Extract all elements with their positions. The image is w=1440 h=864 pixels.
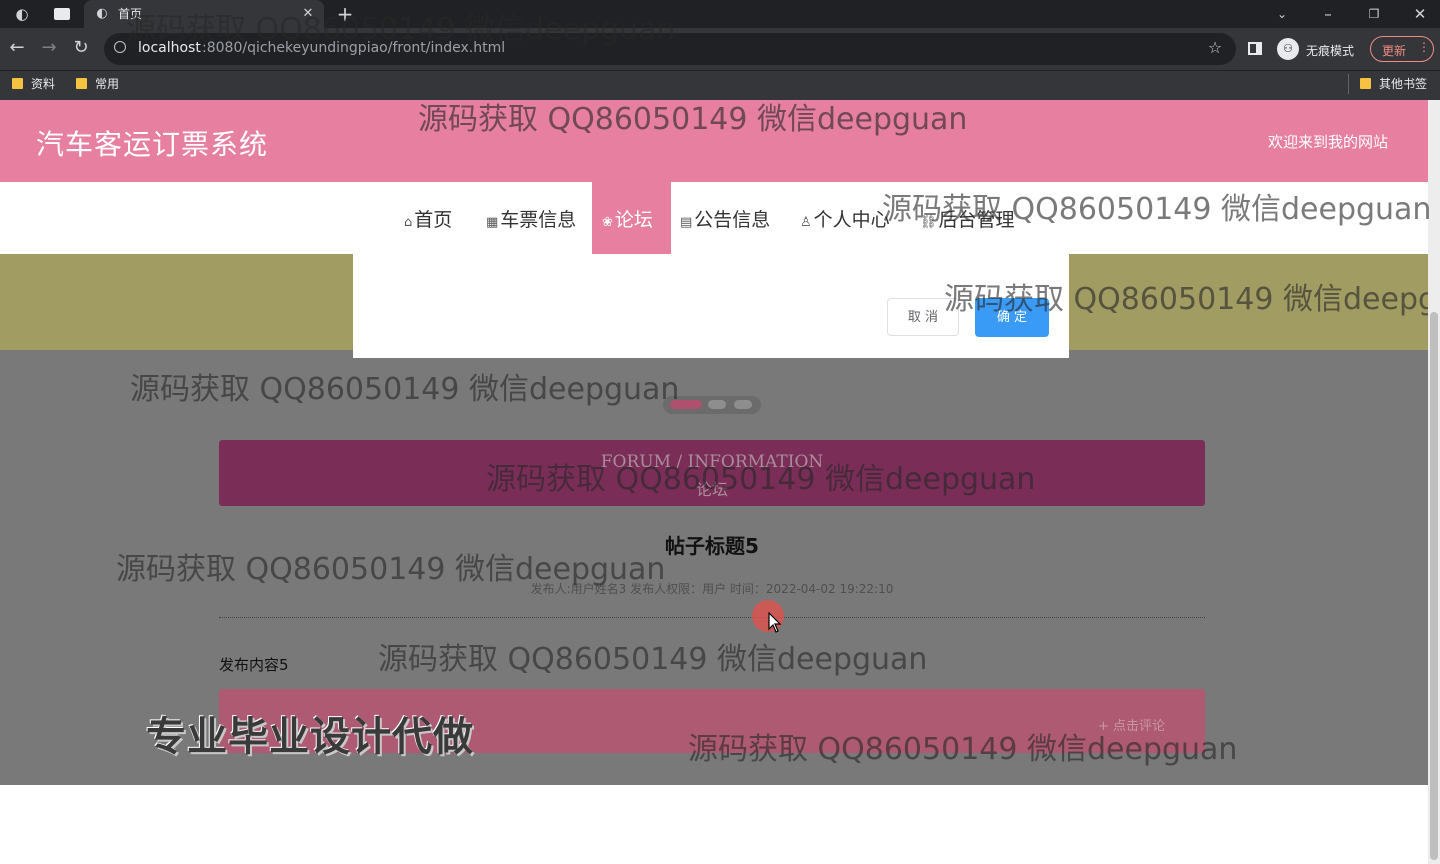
nav-admin[interactable]: ⛓ 后台管理	[920, 205, 1015, 232]
tab-title: 首页	[118, 7, 143, 21]
confirm-button[interactable]: 确 定	[975, 298, 1049, 337]
dialog	[353, 254, 1069, 358]
forum-heading-en: FORUM / INFORMATION	[600, 452, 824, 472]
link-icon: ⛓	[920, 215, 937, 230]
new-tab-icon[interactable]: +	[333, 0, 357, 28]
user-icon: ♙	[800, 215, 812, 230]
grid-icon: ▦	[486, 215, 499, 230]
tab-search-icon[interactable]	[54, 8, 70, 20]
carousel-dot-active[interactable]	[670, 400, 702, 409]
reload-icon[interactable]: ↻	[68, 34, 94, 62]
post-meta: 发布人:用户姓名3 发布人权限：用户 时间：2022-04-02 19:22:1…	[530, 582, 894, 596]
back-icon[interactable]: ←	[4, 34, 30, 62]
tab-close-icon[interactable]: ✕	[296, 0, 320, 28]
clipboard-icon: ▤	[680, 215, 693, 230]
browser-menu-icon[interactable]: ◐	[8, 0, 36, 28]
nav-personal-center[interactable]: ♙ 个人中心	[800, 205, 890, 232]
url-path: :8080/qichekeyundingpiao/front/index.htm…	[202, 40, 506, 56]
bookmarks-bar	[0, 70, 1440, 101]
nav-tickets[interactable]: ▦ 车票信息	[486, 205, 576, 232]
site-title: 汽车客运订票系统	[36, 128, 269, 161]
bookmark-folder-ziliao[interactable]: 资料	[12, 75, 55, 92]
post-content: 发布内容5	[219, 656, 289, 674]
nav-home[interactable]: ⌂ 首页	[404, 205, 452, 232]
minimize-icon[interactable]: –	[1316, 0, 1340, 28]
bookmark-folder-changyong[interactable]: 常用	[76, 75, 119, 92]
carousel-dot[interactable]	[708, 400, 726, 409]
add-comment-button[interactable]: + 点击评论	[1098, 715, 1165, 734]
carousel-dot[interactable]	[734, 400, 752, 409]
nav-forum[interactable]: ❀ 论坛	[602, 205, 653, 232]
bookmark-star-icon[interactable]: ☆	[1202, 34, 1228, 62]
page-footer-area	[0, 785, 1428, 864]
palette-icon: ❀	[602, 215, 613, 230]
scrollbar-thumb[interactable]	[1430, 312, 1438, 860]
bookmarks-divider	[1348, 74, 1349, 94]
folder-icon	[76, 78, 87, 89]
site-info-icon[interactable]	[114, 41, 126, 53]
side-panel-icon[interactable]	[1248, 42, 1262, 55]
url-host: localhost	[138, 40, 201, 56]
window-close-icon[interactable]: ✕	[1408, 0, 1432, 28]
restore-icon[interactable]: ❐	[1362, 0, 1386, 28]
welcome-text: 欢迎来到我的网站	[1268, 133, 1389, 151]
tab-favicon-icon: ◐	[96, 6, 108, 21]
cancel-button[interactable]: 取 消	[887, 298, 959, 336]
update-label: 更新	[1382, 44, 1407, 58]
nav-announcements[interactable]: ▤ 公告信息	[680, 205, 770, 232]
mouse-cursor-icon	[768, 612, 782, 633]
more-menu-icon[interactable]: ⋮	[1418, 40, 1430, 54]
home-icon: ⌂	[404, 215, 413, 230]
divider	[219, 617, 1205, 618]
forum-heading-cn: 论坛	[695, 480, 728, 499]
promo-overlay-text: 专业毕业设计代做	[146, 714, 474, 760]
folder-icon	[12, 78, 23, 89]
other-bookmarks[interactable]: 其他书签	[1360, 75, 1427, 92]
incognito-label: 无痕模式	[1306, 44, 1355, 58]
tab-list-icon[interactable]: ⌄	[1270, 0, 1294, 28]
forward-icon[interactable]: →	[36, 34, 62, 62]
folder-icon	[1360, 78, 1371, 89]
incognito-icon: ⚇	[1277, 38, 1299, 60]
post-title: 帖子标题5	[665, 534, 759, 558]
